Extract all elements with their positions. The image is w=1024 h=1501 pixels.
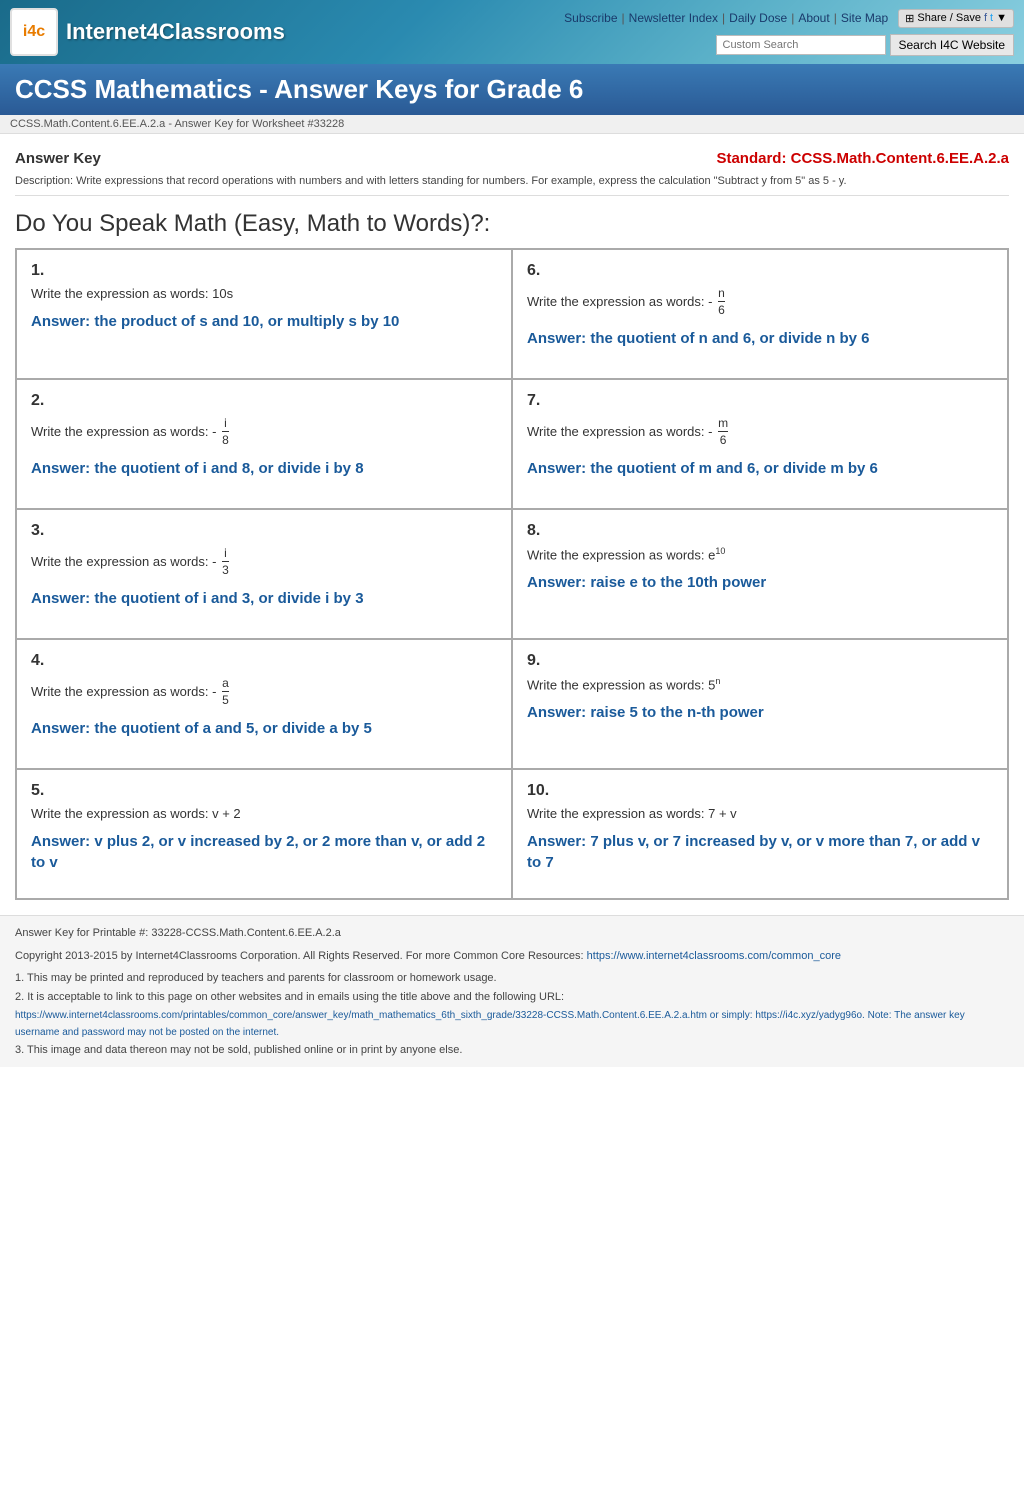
fraction-m-6: m 6 <box>718 416 728 448</box>
question-num-10: 10. <box>527 782 993 800</box>
question-num-3: 3. <box>31 522 497 540</box>
question-1: 1. Write the expression as words: 10s An… <box>16 249 512 379</box>
answer-text-8: Answer: raise e to the 10th power <box>527 572 993 593</box>
standard-label: Standard: CCSS.Math.Content.6.EE.A.2.a <box>716 150 1009 167</box>
question-num-8: 8. <box>527 522 993 540</box>
question-3: 3. Write the expression as words: - i 3 … <box>16 509 512 639</box>
logo-area: i4c Internet4Classrooms <box>10 8 285 56</box>
title-bar: CCSS Mathematics - Answer Keys for Grade… <box>0 64 1024 115</box>
answer-text-9: Answer: raise 5 to the n-th power <box>527 702 993 723</box>
worksheet-title: Do You Speak Math (Easy, Math to Words)?… <box>15 202 1009 248</box>
answer-text-5: Answer: v plus 2, or v increased by 2, o… <box>31 831 497 873</box>
site-name: Internet4Classrooms <box>66 19 285 45</box>
search-button[interactable]: Search I4C Website <box>890 34 1015 56</box>
question-6: 6. Write the expression as words: - n 6 … <box>512 249 1008 379</box>
question-text-9: Write the expression as words: 5n <box>527 676 993 692</box>
superscript-10: 10 <box>715 546 725 556</box>
nav-newsletter-index[interactable]: Newsletter Index <box>629 11 718 25</box>
question-text-5: Write the expression as words: v + 2 <box>31 806 497 821</box>
question-num-2: 2. <box>31 392 497 410</box>
question-num-6: 6. <box>527 262 993 280</box>
footer-note-3: 3. This image and data thereon may not b… <box>15 1041 1009 1060</box>
footer-copyright: Copyright 2013-2015 by Internet4Classroo… <box>15 947 1009 966</box>
question-text-10: Write the expression as words: 7 + v <box>527 806 993 821</box>
answer-text-1: Answer: the product of s and 10, or mult… <box>31 311 497 332</box>
footer-note-1: 1. This may be printed and reproduced by… <box>15 969 1009 988</box>
nav-links: Subscribe | Newsletter Index | Daily Dos… <box>564 9 1014 28</box>
question-5: 5. Write the expression as words: v + 2 … <box>16 769 512 899</box>
answer-text-2: Answer: the quotient of i and 8, or divi… <box>31 458 497 479</box>
answer-text-4: Answer: the quotient of a and 5, or divi… <box>31 718 497 739</box>
answer-key-label: Answer Key <box>15 150 101 167</box>
question-num-9: 9. <box>527 652 993 670</box>
answer-text-10: Answer: 7 plus v, or 7 increased by v, o… <box>527 831 993 873</box>
footer-note-2: 2. It is acceptable to link to this page… <box>15 988 1009 1007</box>
footer-printable: Answer Key for Printable #: 33228-CCSS.M… <box>15 924 1009 943</box>
answer-grid: 1. Write the expression as words: 10s An… <box>15 248 1009 900</box>
superscript-n: n <box>715 676 720 686</box>
search-input[interactable] <box>716 35 886 55</box>
share-fb-icon: f <box>984 12 987 24</box>
question-num-1: 1. <box>31 262 497 280</box>
question-text-1: Write the expression as words: 10s <box>31 286 497 301</box>
share-twitter-icon: t <box>990 12 993 24</box>
question-8: 8. Write the expression as words: e10 An… <box>512 509 1008 639</box>
q7-expression: Write the expression as words: - m 6 <box>527 416 730 448</box>
common-core-link[interactable]: https://www.internet4classrooms.com/comm… <box>587 950 841 962</box>
question-2: 2. Write the expression as words: - i 8 … <box>16 379 512 509</box>
answer-key-header: Answer Key Standard: CCSS.Math.Content.6… <box>15 144 1009 171</box>
footer: Answer Key for Printable #: 33228-CCSS.M… <box>0 915 1024 1067</box>
footer-note-url: https://www.internet4classrooms.com/prin… <box>15 1007 1009 1041</box>
answer-text-7: Answer: the quotient of m and 6, or divi… <box>527 458 993 479</box>
q3-expression: Write the expression as words: - i 3 <box>31 546 231 578</box>
description-text: Description: Write expressions that reco… <box>15 171 1009 196</box>
question-num-4: 4. <box>31 652 497 670</box>
question-text-8: Write the expression as words: e10 <box>527 546 993 562</box>
question-10: 10. Write the expression as words: 7 + v… <box>512 769 1008 899</box>
question-num-5: 5. <box>31 782 497 800</box>
search-row: Search I4C Website <box>716 34 1015 56</box>
breadcrumb-text: CCSS.Math.Content.6.EE.A.2.a - Answer Ke… <box>10 118 344 130</box>
answer-text-6: Answer: the quotient of n and 6, or divi… <box>527 328 993 349</box>
q6-expression: Write the expression as words: - n 6 <box>527 286 727 318</box>
site-header: i4c Internet4Classrooms Subscribe | News… <box>0 0 1024 64</box>
question-text-2: Write the expression as words: - i 8 <box>31 416 497 448</box>
breadcrumb: CCSS.Math.Content.6.EE.A.2.a - Answer Ke… <box>0 115 1024 134</box>
q4-expression: Write the expression as words: - a 5 <box>31 676 231 708</box>
nav-daily-dose[interactable]: Daily Dose <box>729 11 787 25</box>
page-title: CCSS Mathematics - Answer Keys for Grade… <box>15 74 1009 105</box>
fraction-n-6: n 6 <box>718 286 725 318</box>
fraction-i-8: i 8 <box>222 416 229 448</box>
share-icon: ⊞ <box>905 12 914 25</box>
q2-expression: Write the expression as words: - i 8 <box>31 416 231 448</box>
question-text-6: Write the expression as words: - n 6 <box>527 286 993 318</box>
nav-site-map[interactable]: Site Map <box>841 11 888 25</box>
share-save-button[interactable]: ⊞ Share / Save f t ▼ <box>898 9 1014 28</box>
question-7: 7. Write the expression as words: - m 6 … <box>512 379 1008 509</box>
main-content: Answer Key Standard: CCSS.Math.Content.6… <box>0 134 1024 915</box>
question-text-7: Write the expression as words: - m 6 <box>527 416 993 448</box>
nav-subscribe[interactable]: Subscribe <box>564 11 617 25</box>
header-right: Subscribe | Newsletter Index | Daily Dos… <box>564 9 1014 56</box>
question-num-7: 7. <box>527 392 993 410</box>
question-9: 9. Write the expression as words: 5n Ans… <box>512 639 1008 769</box>
question-text-3: Write the expression as words: - i 3 <box>31 546 497 578</box>
answer-text-3: Answer: the quotient of i and 3, or divi… <box>31 588 497 609</box>
question-4: 4. Write the expression as words: - a 5 … <box>16 639 512 769</box>
share-dropdown-icon: ▼ <box>996 12 1007 24</box>
fraction-i-3: i 3 <box>222 546 229 578</box>
question-text-4: Write the expression as words: - a 5 <box>31 676 497 708</box>
fraction-a-5: a 5 <box>222 676 229 708</box>
footer-notes: 1. This may be printed and reproduced by… <box>15 969 1009 1059</box>
logo-icon: i4c <box>10 8 58 56</box>
nav-about[interactable]: About <box>798 11 829 25</box>
